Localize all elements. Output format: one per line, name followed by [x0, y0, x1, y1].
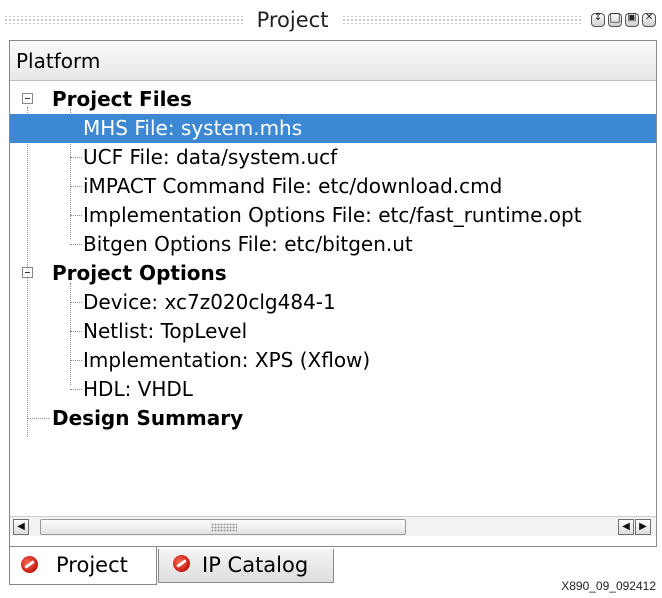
tree-item-hdl[interactable]: HDL: VHDL: [10, 375, 656, 404]
tree-group-label: Project Files: [52, 87, 192, 111]
tree-item-label: Implementation Options File: etc/fast_ru…: [83, 203, 582, 227]
tab-ip-catalog[interactable]: IP Catalog: [158, 549, 334, 583]
maximize-icon[interactable]: [608, 10, 623, 27]
collapse-toggle-icon[interactable]: [22, 93, 33, 104]
tree-item-label: UCF File: data/system.ucf: [83, 145, 338, 169]
tree-item-impact-command-file[interactable]: iMPACT Command File: etc/download.cmd: [10, 172, 656, 201]
tree-item-design-summary[interactable]: Design Summary: [10, 404, 656, 433]
tree-group-project-options[interactable]: Project Options: [10, 259, 656, 288]
tree-item-bitgen-options-file[interactable]: Bitgen Options File: etc/bitgen.ut: [10, 230, 656, 259]
tree-item-implementation-options-file[interactable]: Implementation Options File: etc/fast_ru…: [10, 201, 656, 230]
tree-item-label: Device: xc7z020clg484-1: [83, 290, 336, 314]
tree-item-label: MHS File: system.mhs: [83, 116, 303, 140]
figure-id: X890_09_092412: [561, 579, 656, 593]
tree-group-project-files[interactable]: Project Files: [10, 85, 656, 114]
xilinx-logo-icon: [21, 556, 38, 573]
panel-tab-bar: Project IP Catalog: [9, 547, 657, 587]
panel-title-bar: Project: [0, 0, 662, 40]
tree-column-header[interactable]: Platform: [10, 41, 656, 81]
scrollbar-thumb[interactable]: [40, 519, 406, 535]
restore-icon[interactable]: [591, 12, 606, 27]
scrollbar-grip-icon: [211, 523, 237, 532]
window-controls: [591, 10, 657, 27]
tree-item-label: iMPACT Command File: etc/download.cmd: [83, 174, 503, 198]
tree-item-label: HDL: VHDL: [83, 377, 193, 401]
tab-project[interactable]: Project: [9, 547, 157, 585]
tree-item-label: Netlist: TopLevel: [83, 319, 248, 343]
close-icon[interactable]: [642, 12, 657, 27]
tree-item-ucf-file[interactable]: UCF File: data/system.ucf: [10, 143, 656, 172]
panel-title: Project: [256, 8, 329, 32]
tab-label: Project: [56, 553, 128, 577]
tree-group-label: Design Summary: [52, 406, 244, 430]
scroll-left-arrow-icon[interactable]: ◀: [618, 519, 634, 535]
tree-item-device[interactable]: Device: xc7z020clg484-1: [10, 288, 656, 317]
tab-label: IP Catalog: [202, 553, 309, 577]
tree-item-label: Implementation: XPS (Xflow): [83, 348, 371, 372]
tree-item-implementation[interactable]: Implementation: XPS (Xflow): [10, 346, 656, 375]
project-panel: Platform Project Files MHS File: system.…: [9, 40, 657, 547]
title-bar-grip[interactable]: [4, 16, 243, 24]
tree-item-netlist[interactable]: Netlist: TopLevel: [10, 317, 656, 346]
tree-item-label: Bitgen Options File: etc/bitgen.ut: [83, 232, 413, 256]
xilinx-logo-icon: [173, 555, 190, 572]
horizontal-scrollbar[interactable]: ◀ ◀ ▶: [10, 516, 656, 536]
collapse-toggle-icon[interactable]: [22, 267, 33, 278]
scroll-right-arrow-icon[interactable]: ▶: [635, 519, 651, 535]
float-icon[interactable]: [625, 12, 640, 27]
tree-group-label: Project Options: [52, 261, 227, 285]
scroll-left-arrow-icon[interactable]: ◀: [13, 519, 29, 535]
tree-item-mhs-file[interactable]: MHS File: system.mhs: [10, 114, 656, 143]
title-bar-grip[interactable]: [342, 16, 582, 24]
